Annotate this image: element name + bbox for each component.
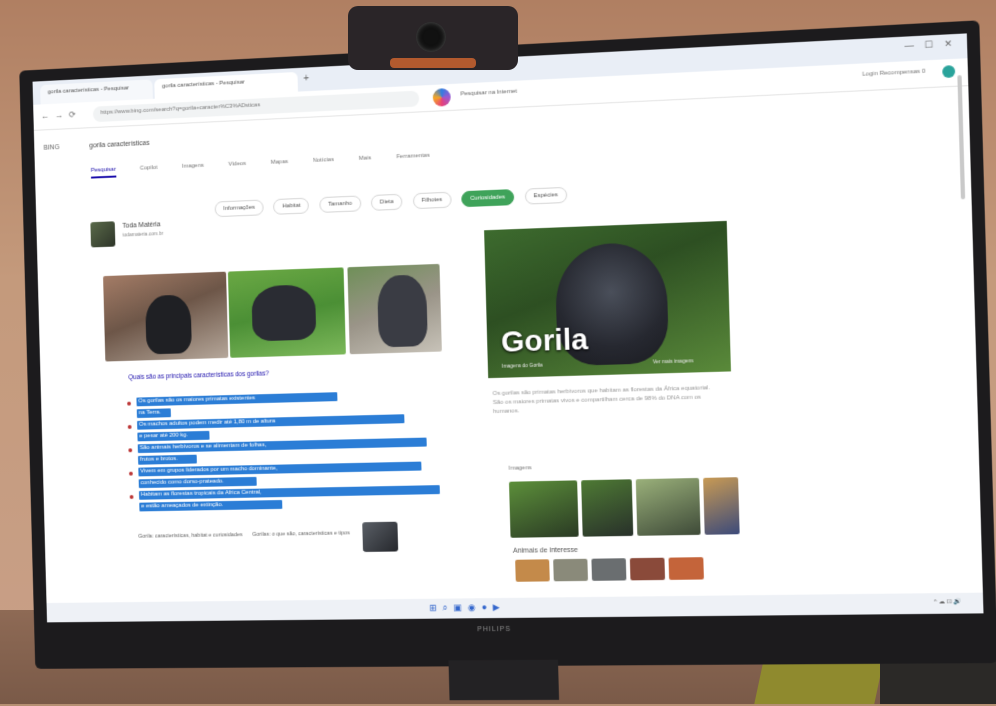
related-thumbnail[interactable] xyxy=(362,521,399,552)
filter-mais[interactable]: Mais xyxy=(359,155,372,161)
bullet-icon xyxy=(129,495,134,499)
knowledge-panel-caption[interactable]: Imagens do Gorila xyxy=(502,363,543,370)
knowledge-panel-image[interactable]: Gorila Imagens do Gorila Ver mais imagen… xyxy=(484,220,731,379)
highlight-text: na Terra. xyxy=(138,409,162,417)
chip[interactable]: Filhotes xyxy=(412,191,452,210)
new-tab-button[interactable]: + xyxy=(303,73,309,84)
scrollbar[interactable] xyxy=(957,75,966,200)
filter-ferramentas[interactable]: Ferramentas xyxy=(396,153,430,160)
result-image[interactable] xyxy=(227,267,346,358)
chip[interactable]: Tamanho xyxy=(319,195,362,213)
site-thumbnail[interactable] xyxy=(90,221,116,248)
kp-related-thumb[interactable] xyxy=(668,557,704,580)
monitor-brand: PHILIPS xyxy=(477,625,512,634)
bullet-icon xyxy=(129,471,133,476)
kp-related-thumb[interactable] xyxy=(591,558,627,581)
chip[interactable]: Informações xyxy=(214,199,264,218)
search-filters: Pesquisar Copilot Imagens Vídeos Mapas N… xyxy=(90,152,454,179)
knowledge-panel-title: Gorila xyxy=(500,323,589,359)
chip-active[interactable]: Curiosidades xyxy=(461,189,515,208)
filter-videos[interactable]: Vídeos xyxy=(228,161,246,168)
knowledge-panel-subsection[interactable]: Animais de interesse xyxy=(513,547,578,555)
kp-image-thumb[interactable] xyxy=(581,479,634,537)
maximize-icon[interactable]: ☐ xyxy=(924,39,933,51)
kp-related-thumb[interactable] xyxy=(515,559,550,582)
bullet-icon xyxy=(128,448,133,453)
chip[interactable]: Habitat xyxy=(273,197,310,215)
kp-related-thumb[interactable] xyxy=(553,558,588,582)
chip[interactable]: Espécies xyxy=(524,186,568,205)
nav-icons[interactable]: ←→⟳ xyxy=(41,109,82,122)
kp-image-thumb[interactable] xyxy=(508,480,579,538)
result-question[interactable]: Quais são as principais características … xyxy=(128,365,452,381)
copilot-icon[interactable] xyxy=(432,87,451,107)
related-link[interactable]: Gorilas: o que são, características e ti… xyxy=(252,530,358,537)
result-image[interactable] xyxy=(103,271,229,362)
close-icon[interactable]: ✕ xyxy=(944,38,952,50)
webcam-accent xyxy=(390,58,476,68)
kp-image-thumb[interactable] xyxy=(703,477,740,535)
result-site-name[interactable]: Toda Matéria xyxy=(122,221,160,229)
avatar[interactable] xyxy=(942,65,956,79)
monitor-stand xyxy=(448,659,560,701)
system-tray[interactable]: ^ ☁ ⊡ 🔊 xyxy=(934,598,962,605)
search-query[interactable]: gorila características xyxy=(89,140,149,150)
result-site-url: todamateria.com.br xyxy=(122,231,164,239)
highlight-text: frutos e brotos. xyxy=(139,456,178,463)
kp-image-thumb[interactable] xyxy=(635,477,701,536)
bullet-icon xyxy=(127,401,131,406)
monitor: PHILIPS gorila características - Pesquis… xyxy=(12,13,996,705)
knowledge-panel-section[interactable]: Imagens xyxy=(509,465,532,471)
filter-imagens[interactable]: Imagens xyxy=(182,163,204,170)
chip[interactable]: Dieta xyxy=(370,193,403,211)
filter-copilot[interactable]: Copilot xyxy=(140,165,158,172)
result-image[interactable] xyxy=(347,263,442,355)
screen: gorila características - Pesquisar goril… xyxy=(32,33,984,623)
search-brand: BING xyxy=(43,144,60,152)
user-area[interactable]: Login Recompensas 0 xyxy=(862,69,925,78)
knowledge-panel-more-images[interactable]: Ver mais imagens xyxy=(653,358,694,365)
filter-pesquisar[interactable]: Pesquisar xyxy=(90,166,117,179)
filter-noticias[interactable]: Notícias xyxy=(313,157,334,164)
bullet-icon xyxy=(127,424,132,429)
minimize-icon[interactable]: — xyxy=(904,40,914,51)
webcam-lens xyxy=(416,22,446,52)
related-link[interactable]: Gorila: características, habitat e curio… xyxy=(138,532,243,540)
webcam xyxy=(348,6,518,70)
kp-related-thumb[interactable] xyxy=(629,557,666,581)
taskbar-icons[interactable]: ⊞⌕▣◉●▶ xyxy=(429,602,506,614)
topic-chips: Informações Habitat Tamanho Dieta Filhot… xyxy=(214,183,573,218)
filter-mapas[interactable]: Mapas xyxy=(271,159,289,166)
knowledge-panel-description: Os gorilas são primatas herbívoros que h… xyxy=(492,385,711,416)
header-search-label[interactable]: Pesquisar na Internet xyxy=(460,89,517,98)
search-box[interactable]: BING gorila características xyxy=(43,122,445,158)
